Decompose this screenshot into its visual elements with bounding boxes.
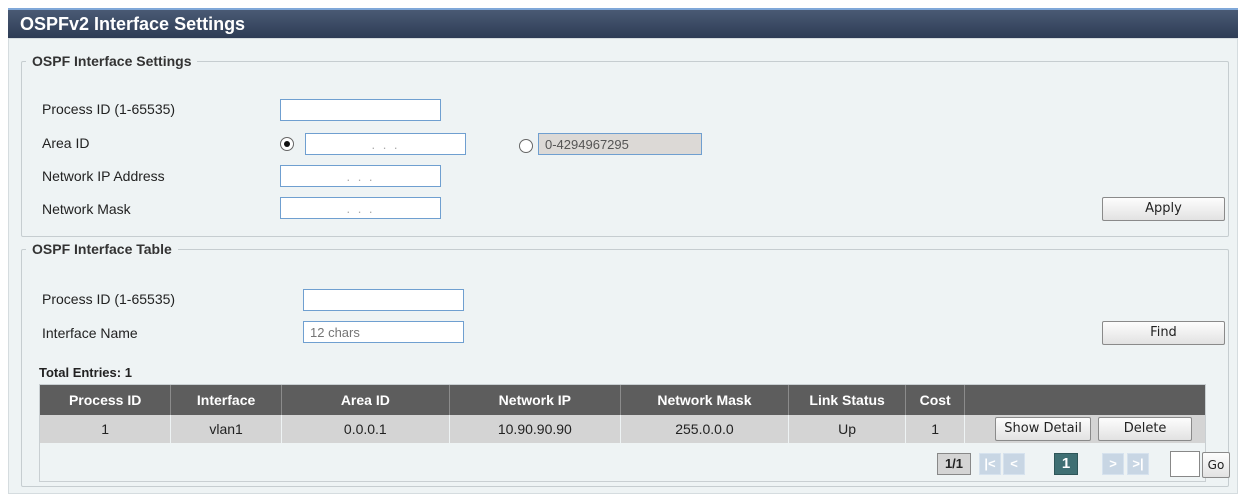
network-ip-label: Network IP Address [42, 168, 165, 184]
area-id-ip-radio[interactable] [280, 137, 294, 151]
delete-button[interactable]: Delete [1098, 417, 1193, 441]
col-link-status: Link Status [788, 385, 907, 415]
cell-process-id: 1 [40, 415, 172, 443]
cell-network-ip: 10.90.90.90 [449, 415, 621, 443]
process-id-label: Process ID (1-65535) [42, 101, 176, 117]
last-page-button[interactable]: >| [1127, 453, 1149, 475]
area-id-label: Area ID [42, 135, 90, 151]
interface-name-input[interactable] [303, 321, 464, 343]
apply-button[interactable]: Apply [1102, 197, 1225, 221]
current-page-button[interactable]: 1 [1054, 453, 1078, 475]
col-cost: Cost [905, 385, 966, 415]
table-process-id-input[interactable] [303, 289, 464, 311]
cell-link-status: Up [788, 415, 907, 443]
table-row: 1 vlan1 0.0.0.1 10.90.90.90 255.0.0.0 Up… [40, 415, 1205, 443]
first-page-button[interactable]: |< [979, 453, 1001, 475]
goto-page-input[interactable] [1170, 451, 1200, 477]
find-button[interactable]: Find [1102, 321, 1225, 345]
col-network-ip: Network IP [449, 385, 621, 415]
show-detail-button[interactable]: Show Detail [995, 417, 1092, 441]
network-mask-input[interactable]: . . . [280, 197, 441, 219]
go-button[interactable]: Go [1202, 452, 1230, 478]
col-network-mask: Network Mask [620, 385, 789, 415]
col-interface: Interface [170, 385, 282, 415]
area-id-ip-input[interactable]: . . . [305, 133, 466, 155]
area-id-number-radio[interactable] [519, 139, 533, 153]
table-legend: OSPF Interface Table [32, 241, 172, 257]
interface-table-container: Process ID Interface Area ID Network IP … [39, 384, 1230, 482]
title-bar: OSPFv2 Interface Settings [8, 8, 1238, 38]
cell-network-mask: 255.0.0.0 [620, 415, 789, 443]
process-id-input[interactable] [280, 99, 441, 121]
col-process-id: Process ID [40, 385, 172, 415]
network-mask-label: Network Mask [42, 201, 131, 217]
col-area-id: Area ID [281, 385, 450, 415]
prev-page-button[interactable]: < [1003, 453, 1025, 475]
cell-interface: vlan1 [170, 415, 282, 443]
col-actions [964, 385, 1205, 415]
total-entries: Total Entries: 1 [39, 365, 132, 380]
page-info: 1/1 [937, 453, 971, 475]
page-title: OSPFv2 Interface Settings [20, 14, 246, 34]
settings-legend: OSPF Interface Settings [32, 53, 192, 69]
cell-area-id: 0.0.0.1 [281, 415, 450, 443]
interface-name-label: Interface Name [42, 325, 138, 341]
area-id-number-input[interactable] [538, 133, 702, 155]
cell-actions: Show Detail Delete [964, 415, 1205, 443]
table-header-row: Process ID Interface Area ID Network IP … [40, 385, 1205, 415]
table-process-id-label: Process ID (1-65535) [42, 291, 176, 307]
main-panel: OSPF Interface Settings Process ID (1-65… [8, 38, 1238, 494]
network-ip-input[interactable]: . . . [280, 165, 441, 187]
interface-table: Process ID Interface Area ID Network IP … [40, 385, 1205, 443]
cell-cost: 1 [905, 415, 966, 443]
next-page-button[interactable]: > [1102, 453, 1124, 475]
